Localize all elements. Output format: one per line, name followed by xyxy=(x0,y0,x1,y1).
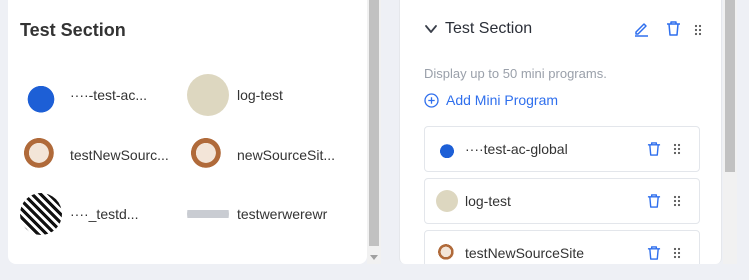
trash-icon[interactable] xyxy=(647,245,661,261)
mini-program-logo xyxy=(187,193,229,235)
grid-item[interactable]: testwerwerewr xyxy=(187,191,349,237)
grid-item-name: ····-test-ac... xyxy=(70,87,147,103)
drag-handle-icon[interactable] xyxy=(673,195,681,207)
mini-program-logo xyxy=(20,193,62,235)
mini-program-logo xyxy=(436,190,458,212)
mini-program-logo xyxy=(436,138,458,160)
scrollbar-thumb[interactable] xyxy=(725,0,735,172)
grid-item-name: ····_testd... xyxy=(70,206,139,222)
plus-circle-icon xyxy=(424,92,439,108)
grid-item-name: newSourceSit... xyxy=(237,147,336,163)
grid-item-name: testwerwerewr xyxy=(237,206,328,222)
drag-handle-icon[interactable] xyxy=(673,247,681,259)
trash-icon[interactable] xyxy=(647,141,661,157)
mini-program-row[interactable]: ····test-ac-global xyxy=(424,126,700,172)
mini-program-logo xyxy=(187,74,229,116)
mini-program-row[interactable]: log-test xyxy=(424,178,700,224)
mini-program-name: log-test xyxy=(465,193,511,209)
grid-item[interactable]: testNewSourc... xyxy=(20,132,182,178)
max-items-hint: Display up to 50 mini programs. xyxy=(424,66,607,81)
config-panel: Test Section Display up to 50 mini progr… xyxy=(399,0,722,264)
trash-icon[interactable] xyxy=(666,20,681,37)
trash-icon[interactable] xyxy=(647,193,661,209)
drag-handle-icon[interactable] xyxy=(673,143,681,155)
add-mini-program-button[interactable]: Add Mini Program xyxy=(424,92,558,108)
config-section-title: Test Section xyxy=(445,20,533,37)
grid-item[interactable]: ····_testd... xyxy=(20,191,182,237)
grid-item[interactable]: log-test xyxy=(187,72,349,118)
grid-item-name: log-test xyxy=(237,87,283,103)
chevron-down-icon[interactable] xyxy=(424,22,438,36)
drag-handle-icon[interactable] xyxy=(694,24,702,36)
grid-item[interactable]: newSourceSit... xyxy=(187,132,349,178)
mini-program-name: testNewSourceSite xyxy=(465,245,585,261)
mini-program-name: ····test-ac-global xyxy=(465,141,568,157)
preview-section-title: Test Section xyxy=(20,20,126,40)
scrollbar-thumb[interactable] xyxy=(369,0,379,246)
config-scrollbar[interactable] xyxy=(723,0,737,264)
grid-item[interactable]: ····-test-ac... xyxy=(20,72,182,118)
add-mini-program-label: Add Mini Program xyxy=(446,92,559,108)
mini-program-row[interactable]: testNewSourceSite xyxy=(424,230,700,264)
mini-program-logo xyxy=(20,134,62,176)
preview-scrollbar[interactable] xyxy=(367,0,381,264)
scroll-down-arrow-icon[interactable] xyxy=(370,255,378,260)
section-header: Test Section xyxy=(400,14,721,44)
edit-icon[interactable] xyxy=(633,20,650,37)
grid-item-name: testNewSourc... xyxy=(70,147,169,163)
mini-program-logo xyxy=(436,242,458,264)
mini-program-logo xyxy=(20,74,62,116)
mini-program-logo xyxy=(187,134,229,176)
preview-panel: Test Section ····-test-ac... log-test te… xyxy=(8,0,367,264)
